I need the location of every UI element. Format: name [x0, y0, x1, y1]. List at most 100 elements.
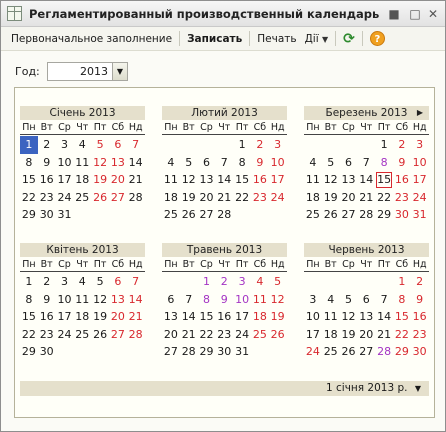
day-cell[interactable]: 13	[162, 308, 180, 326]
day-cell[interactable]: 11	[73, 154, 91, 172]
day-cell[interactable]: 5	[269, 273, 287, 291]
day-cell[interactable]: 28	[215, 206, 233, 224]
day-cell[interactable]: 16	[38, 171, 56, 189]
help-icon[interactable]: ?	[369, 31, 385, 46]
day-cell[interactable]: 11	[251, 291, 269, 309]
day-cell[interactable]: 14	[127, 154, 145, 172]
day-cell[interactable]: 7	[375, 291, 393, 309]
day-cell[interactable]: 13	[357, 308, 375, 326]
day-cell[interactable]: 21	[357, 189, 375, 207]
day-cell[interactable]: 25	[73, 189, 91, 207]
day-cell[interactable]: 13	[340, 171, 358, 189]
day-cell[interactable]: 10	[233, 291, 251, 309]
day-cell[interactable]: 19	[269, 308, 287, 326]
day-cell[interactable]: 29	[375, 206, 393, 224]
day-cell[interactable]: 31	[56, 206, 74, 224]
day-cell[interactable]: 22	[20, 189, 38, 207]
day-cell[interactable]: 11	[322, 308, 340, 326]
current-date-bar[interactable]: 1 січня 2013 р. ▼	[20, 381, 429, 396]
day-cell[interactable]: 27	[340, 206, 358, 224]
day-cell[interactable]: 4	[304, 154, 322, 172]
day-cell[interactable]: 17	[56, 171, 74, 189]
day-cell[interactable]: 27	[357, 343, 375, 361]
day-cell[interactable]: 21	[127, 308, 145, 326]
day-cell[interactable]: 4	[73, 273, 91, 291]
day-cell[interactable]: 10	[56, 291, 74, 309]
day-cell[interactable]: 30	[393, 206, 411, 224]
day-cell[interactable]: 8	[198, 291, 216, 309]
day-cell[interactable]: 12	[269, 291, 287, 309]
day-cell[interactable]: 19	[180, 189, 198, 207]
day-cell[interactable]: 13	[109, 291, 127, 309]
day-cell[interactable]: 20	[109, 171, 127, 189]
day-cell[interactable]: 8	[233, 154, 251, 172]
day-cell[interactable]: 22	[198, 326, 216, 344]
day-cell[interactable]: 6	[340, 154, 358, 172]
day-cell[interactable]: 17	[411, 171, 429, 189]
day-cell[interactable]: 23	[38, 189, 56, 207]
day-cell[interactable]: 13	[198, 171, 216, 189]
day-cell[interactable]: 12	[180, 171, 198, 189]
day-cell[interactable]: 22	[20, 326, 38, 344]
day-cell[interactable]: 24	[411, 189, 429, 207]
day-cell[interactable]: 12	[340, 308, 358, 326]
day-cell[interactable]: 17	[304, 326, 322, 344]
day-cell[interactable]: 1	[20, 273, 38, 291]
day-cell[interactable]: 10	[411, 154, 429, 172]
day-cell[interactable]: 18	[73, 308, 91, 326]
day-cell[interactable]: 23	[393, 189, 411, 207]
day-cell[interactable]: 25	[251, 326, 269, 344]
day-cell[interactable]: 20	[198, 189, 216, 207]
day-cell[interactable]: 2	[251, 136, 269, 154]
day-cell[interactable]: 9	[251, 154, 269, 172]
day-cell[interactable]: 27	[109, 326, 127, 344]
day-cell[interactable]: 30	[215, 343, 233, 361]
day-cell[interactable]: 21	[375, 326, 393, 344]
day-cell[interactable]: 14	[215, 171, 233, 189]
day-cell[interactable]: 21	[180, 326, 198, 344]
day-cell[interactable]: 9	[393, 154, 411, 172]
day-cell[interactable]: 18	[251, 308, 269, 326]
year-input[interactable]: 2013	[47, 61, 113, 81]
day-cell[interactable]: 10	[269, 154, 287, 172]
day-cell[interactable]: 5	[322, 154, 340, 172]
day-cell[interactable]: 16	[215, 308, 233, 326]
day-cell[interactable]: 3	[304, 291, 322, 309]
initial-fill-button[interactable]: Первоначальное заполнение	[7, 33, 176, 45]
day-cell[interactable]: 23	[251, 189, 269, 207]
day-cell[interactable]: 6	[357, 291, 375, 309]
day-cell[interactable]: 6	[109, 273, 127, 291]
day-cell[interactable]: 10	[304, 308, 322, 326]
day-cell[interactable]: 21	[215, 189, 233, 207]
day-cell[interactable]: 8	[393, 291, 411, 309]
day-cell[interactable]: 19	[91, 308, 109, 326]
day-cell[interactable]: 15	[20, 171, 38, 189]
day-cell[interactable]: 2	[215, 273, 233, 291]
day-cell[interactable]: 2	[411, 273, 429, 291]
day-cell[interactable]: 28	[375, 343, 393, 361]
day-cell[interactable]: 12	[322, 171, 340, 189]
day-cell[interactable]: 4	[322, 291, 340, 309]
day-cell[interactable]: 25	[322, 343, 340, 361]
day-cell[interactable]: 3	[411, 136, 429, 154]
day-cell[interactable]: 14	[180, 308, 198, 326]
day-cell[interactable]: 10	[56, 154, 74, 172]
day-cell[interactable]: 5	[180, 154, 198, 172]
day-cell[interactable]: 9	[38, 154, 56, 172]
day-cell[interactable]: 16	[38, 308, 56, 326]
day-cell[interactable]: 26	[91, 326, 109, 344]
day-cell[interactable]: 26	[91, 189, 109, 207]
day-cell[interactable]: 1	[20, 136, 38, 154]
next-month-arrow-icon[interactable]: ▶	[417, 106, 423, 120]
day-cell[interactable]: 6	[109, 136, 127, 154]
day-cell[interactable]: 14	[357, 171, 375, 189]
day-cell[interactable]: 25	[304, 206, 322, 224]
day-cell[interactable]: 7	[127, 136, 145, 154]
day-cell[interactable]: 6	[162, 291, 180, 309]
day-cell[interactable]: 12	[91, 291, 109, 309]
day-cell[interactable]: 24	[304, 343, 322, 361]
day-cell[interactable]: 26	[180, 206, 198, 224]
day-cell[interactable]: 24	[56, 189, 74, 207]
print-button[interactable]: Печать	[253, 33, 300, 45]
refresh-icon[interactable]: ⟳	[339, 31, 359, 47]
